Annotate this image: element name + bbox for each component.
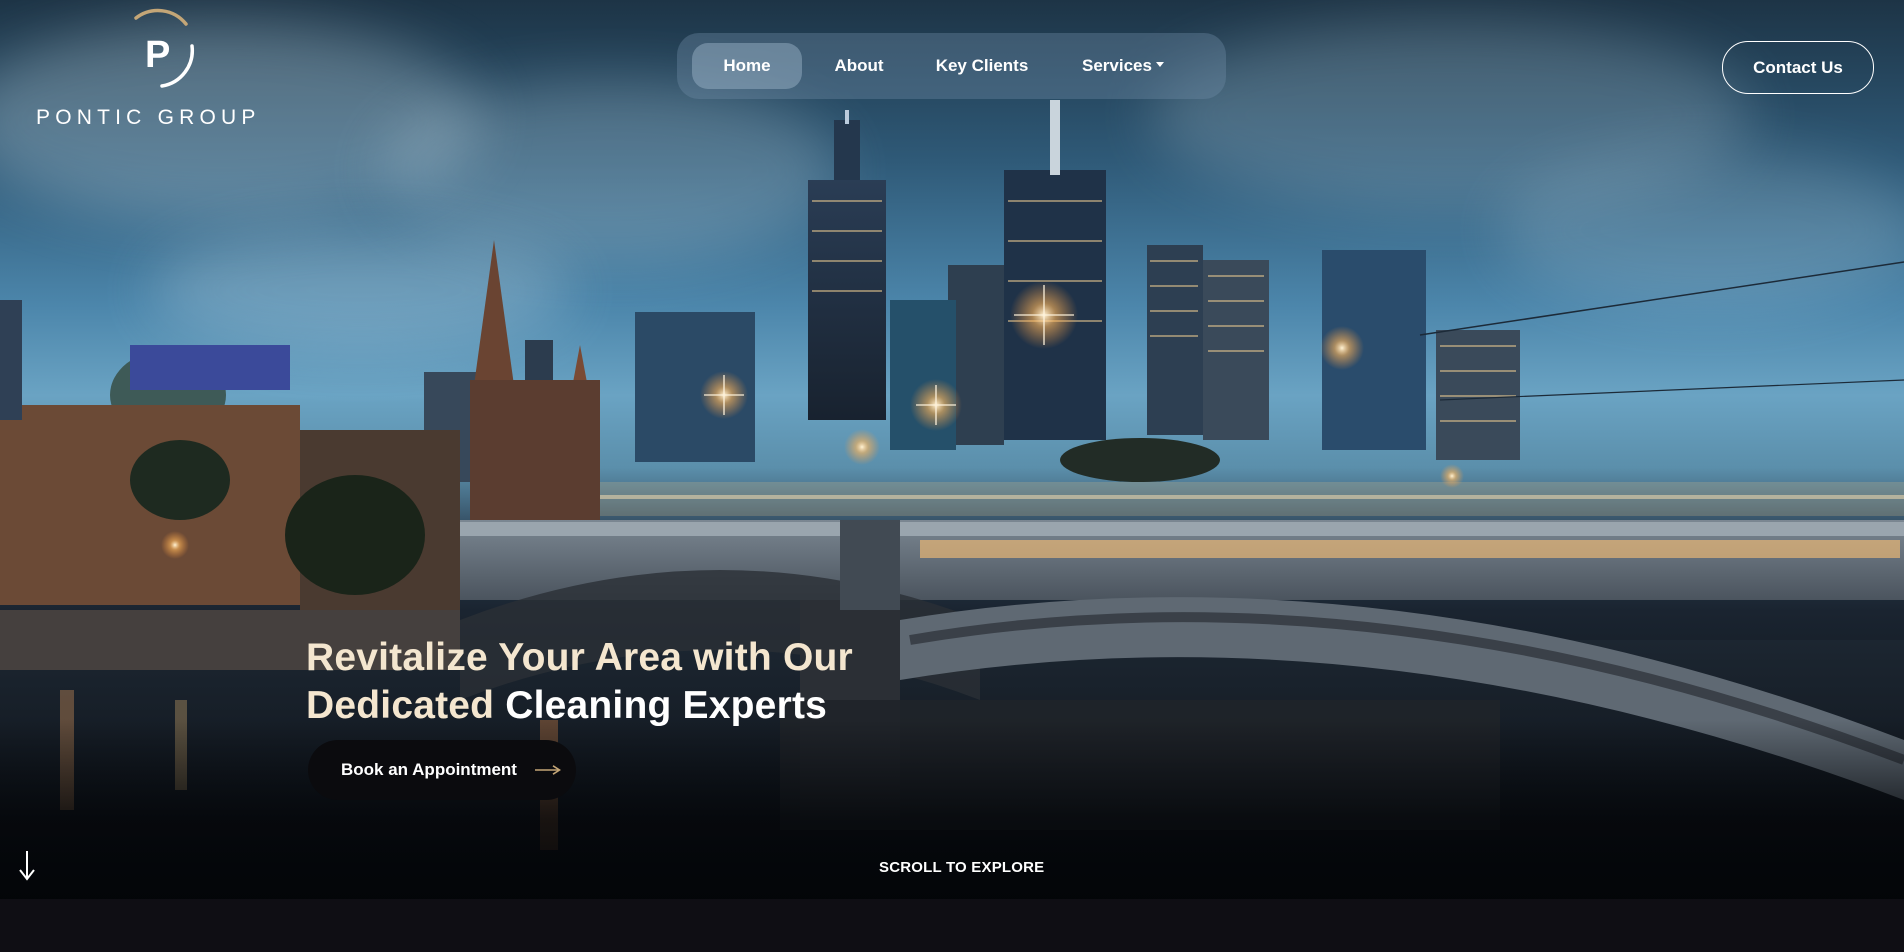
headline-line-1: Revitalize Your Area with Our — [306, 636, 853, 679]
chevron-down-icon — [1155, 61, 1164, 67]
arrow-down-icon[interactable] — [17, 849, 37, 881]
book-appointment-button[interactable]: Book an Appointment — [308, 740, 576, 800]
headline-line-2-plain: Dedicated — [306, 684, 506, 727]
nav-item-label: Services — [1082, 56, 1152, 75]
contact-us-button[interactable]: Contact Us — [1722, 41, 1874, 94]
book-appointment-label: Book an Appointment — [341, 760, 517, 779]
nav-item-label: Home — [723, 56, 771, 75]
nav-item-key-clients[interactable]: Key Clients — [916, 43, 1048, 89]
hero-background — [0, 0, 1904, 899]
headline-line-2-strong: Cleaning Experts — [505, 684, 828, 727]
nav-item-about[interactable]: About — [808, 43, 910, 89]
arrow-right-icon — [534, 765, 561, 775]
brand-name: PONTIC GROUP — [36, 106, 261, 129]
nav-item-home[interactable]: Home — [692, 43, 802, 89]
scroll-to-explore-label[interactable]: SCROLL TO EXPLORE — [879, 859, 1044, 876]
brand-logo[interactable]: P PONTIC GROUP — [36, 8, 276, 133]
logo-letter: P — [145, 34, 171, 76]
nav-item-label: Key Clients — [935, 56, 1029, 75]
hero-headline: Revitalize Your Area with Our Dedicated … — [306, 634, 853, 730]
nav-item-label: About — [834, 56, 884, 75]
main-navigation: Home About Key Clients Services — [677, 33, 1226, 99]
page-section-below-hero — [0, 899, 1904, 952]
nav-item-services[interactable]: Services — [1054, 43, 1192, 89]
